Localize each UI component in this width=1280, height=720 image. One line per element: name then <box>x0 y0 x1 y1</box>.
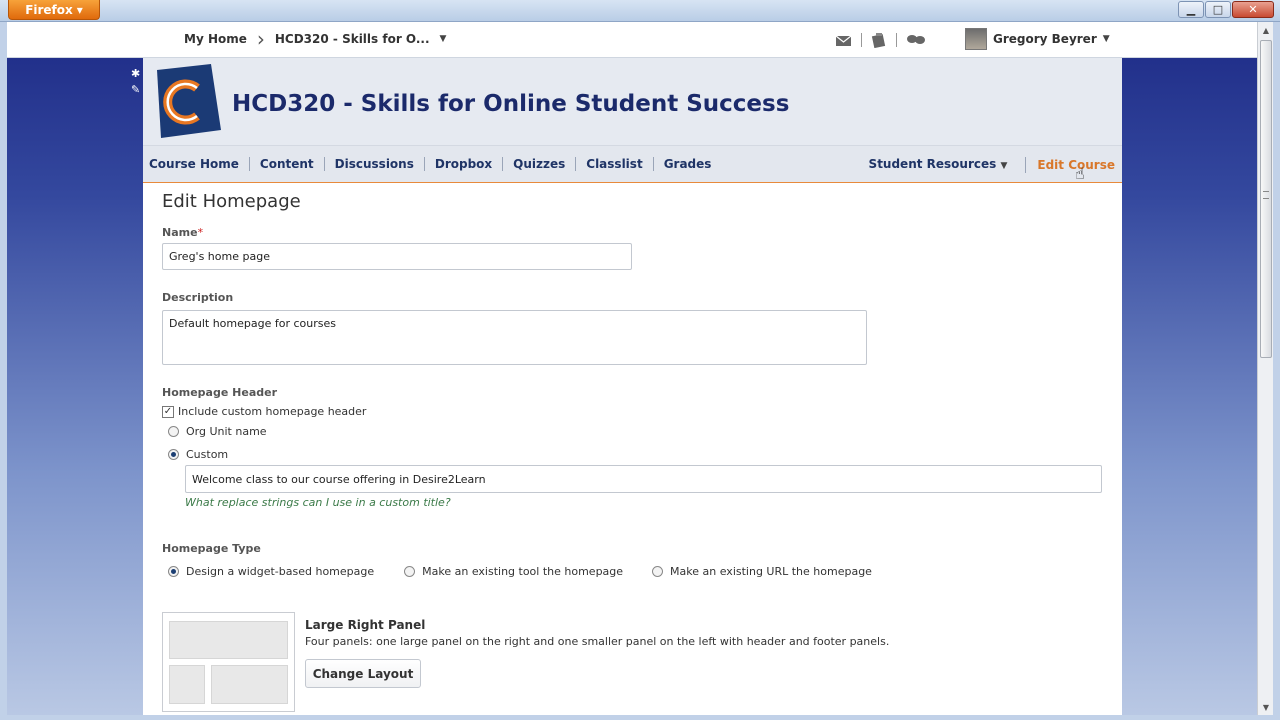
hand-cursor-icon: ☝ <box>1075 164 1085 183</box>
course-selector-caret-icon[interactable]: ▼ <box>440 34 447 44</box>
firefox-menu-label: Firefox <box>25 2 73 17</box>
browser-viewport: My Home › HCD320 - Skills for O... ▼ Gre… <box>7 22 1257 715</box>
nav-discussions[interactable]: Discussions <box>325 157 425 171</box>
edit-homepage-form: Edit Homepage Name* Greg's home page Des… <box>143 183 1122 712</box>
message-alerts-icon[interactable] <box>835 33 852 47</box>
layout-description: Four panels: one large panel on the righ… <box>305 635 890 648</box>
breadcrumb-my-home[interactable]: My Home <box>184 32 247 46</box>
firefox-menu-button[interactable]: Firefox ▾ <box>8 0 100 20</box>
close-button[interactable]: ✕ <box>1232 1 1274 18</box>
breadcrumb-course[interactable]: HCD320 - Skills for O... <box>275 32 430 46</box>
org-unit-radio-row: Org Unit name <box>168 425 1122 438</box>
window-frame-right <box>1273 22 1280 720</box>
icon-divider <box>861 33 862 47</box>
course-nav-links: Course Home Content Discussions Dropbox … <box>143 157 721 171</box>
nav-dropbox[interactable]: Dropbox <box>425 157 504 171</box>
layout-right-panel <box>211 665 288 704</box>
url-homepage-radio[interactable] <box>652 566 664 577</box>
scroll-down-arrow-icon[interactable]: ▼ <box>1259 699 1273 715</box>
page-title: Edit Homepage <box>162 191 301 212</box>
homepage-type-label: Homepage Type <box>162 542 261 555</box>
name-label: Name <box>162 226 198 239</box>
scrollbar-grip <box>1263 191 1269 199</box>
widget-homepage-row: Design a widget-based homepage <box>168 565 374 578</box>
minibar: My Home › HCD320 - Skills for O... ▼ Gre… <box>7 22 1257 58</box>
nav-quizzes[interactable]: Quizzes <box>503 157 577 171</box>
custom-label: Custom <box>186 448 229 461</box>
course-title: HCD320 - Skills for Online Student Succe… <box>232 91 790 117</box>
custom-radio[interactable] <box>168 449 179 460</box>
chevron-down-icon: ▼ <box>1102 34 1110 44</box>
homepage-header-label: Homepage Header <box>162 386 277 399</box>
url-homepage-label: Make an existing URL the homepage <box>670 565 872 578</box>
tool-homepage-radio[interactable] <box>404 566 416 577</box>
name-field-label: Name* <box>162 225 1122 239</box>
url-homepage-row: Make an existing URL the homepage <box>652 565 872 578</box>
layout-left-panel <box>169 665 205 704</box>
required-marker: * <box>197 226 204 239</box>
name-input[interactable]: Greg's home page <box>162 243 632 270</box>
tool-homepage-label: Make an existing tool the homepage <box>422 565 624 578</box>
description-label: Description <box>162 291 234 304</box>
settings-gear-icon[interactable]: ✱ ✎ <box>131 66 140 98</box>
vertical-scrollbar[interactable]: ▲ ▼ <box>1257 22 1273 715</box>
maximize-button[interactable]: □ <box>1205 1 1231 18</box>
window-titlebar: Firefox ▾ ▁ □ ✕ <box>0 0 1280 22</box>
chevron-right-icon: › <box>256 27 265 51</box>
layout-info: Large Right Panel Four panels: one large… <box>305 612 889 712</box>
update-alerts-icon[interactable] <box>871 32 887 48</box>
tool-homepage-row: Make an existing tool the homepage <box>404 565 623 578</box>
chevron-down-icon: ▾ <box>76 2 83 17</box>
layout-thumbnail <box>162 612 295 712</box>
student-resources-menu[interactable]: Student Resources ▼ <box>869 157 1027 173</box>
include-header-row: ✓ Include custom homepage header <box>162 405 1122 418</box>
subscription-alerts-icon[interactable] <box>906 33 926 47</box>
avatar <box>965 28 987 50</box>
scrollbar-thumb[interactable] <box>1260 40 1272 358</box>
change-layout-button[interactable]: Change Layout <box>305 659 421 688</box>
icon-divider <box>896 33 897 47</box>
include-header-label: Include custom homepage header <box>178 405 367 418</box>
custom-radio-row: Custom <box>168 448 1122 461</box>
widget-homepage-radio[interactable] <box>168 566 179 577</box>
layout-name: Large Right Panel <box>305 618 426 632</box>
homepage-type-options: Design a widget-based homepage Make an e… <box>168 565 1122 578</box>
course-page: HCD320 - Skills for Online Student Succe… <box>143 58 1122 715</box>
replace-strings-help-link[interactable]: What replace strings can I use in a cust… <box>185 496 1122 509</box>
breadcrumb: My Home › HCD320 - Skills for O... ▼ <box>184 27 447 51</box>
college-logo-icon <box>157 64 221 138</box>
minimize-button[interactable]: ▁ <box>1178 1 1204 18</box>
window-frame-left <box>0 22 7 720</box>
org-unit-label: Org Unit name <box>186 425 267 438</box>
nav-content[interactable]: Content <box>250 157 325 171</box>
nav-course-home[interactable]: Course Home <box>149 157 250 171</box>
course-banner: HCD320 - Skills for Online Student Succe… <box>143 58 1122 146</box>
user-menu[interactable]: Gregory Beyrer ▼ <box>965 28 1110 50</box>
custom-header-input[interactable]: Welcome class to our course offering in … <box>185 465 1102 493</box>
nav-classlist[interactable]: Classlist <box>576 157 654 171</box>
edit-course-link[interactable]: Edit Course <box>1026 158 1115 172</box>
description-textarea[interactable]: Default homepage for courses <box>162 310 867 365</box>
layout-header-panel <box>169 621 288 659</box>
student-resources-label: Student Resources <box>868 157 997 171</box>
org-unit-radio[interactable] <box>168 426 179 437</box>
chevron-down-icon: ▼ <box>1000 161 1008 171</box>
scroll-up-arrow-icon[interactable]: ▲ <box>1259 22 1273 38</box>
user-name: Gregory Beyrer <box>993 32 1097 46</box>
include-header-checkbox[interactable]: ✓ <box>162 405 174 418</box>
window-frame-bottom <box>0 715 1280 720</box>
notification-icons <box>835 32 926 48</box>
widget-homepage-label: Design a widget-based homepage <box>186 565 375 578</box>
window-controls: ▁ □ ✕ <box>1178 1 1274 18</box>
nav-grades[interactable]: Grades <box>654 157 722 171</box>
course-navbar: Course Home Content Discussions Dropbox … <box>143 146 1122 183</box>
layout-section: Large Right Panel Four panels: one large… <box>162 612 1122 712</box>
